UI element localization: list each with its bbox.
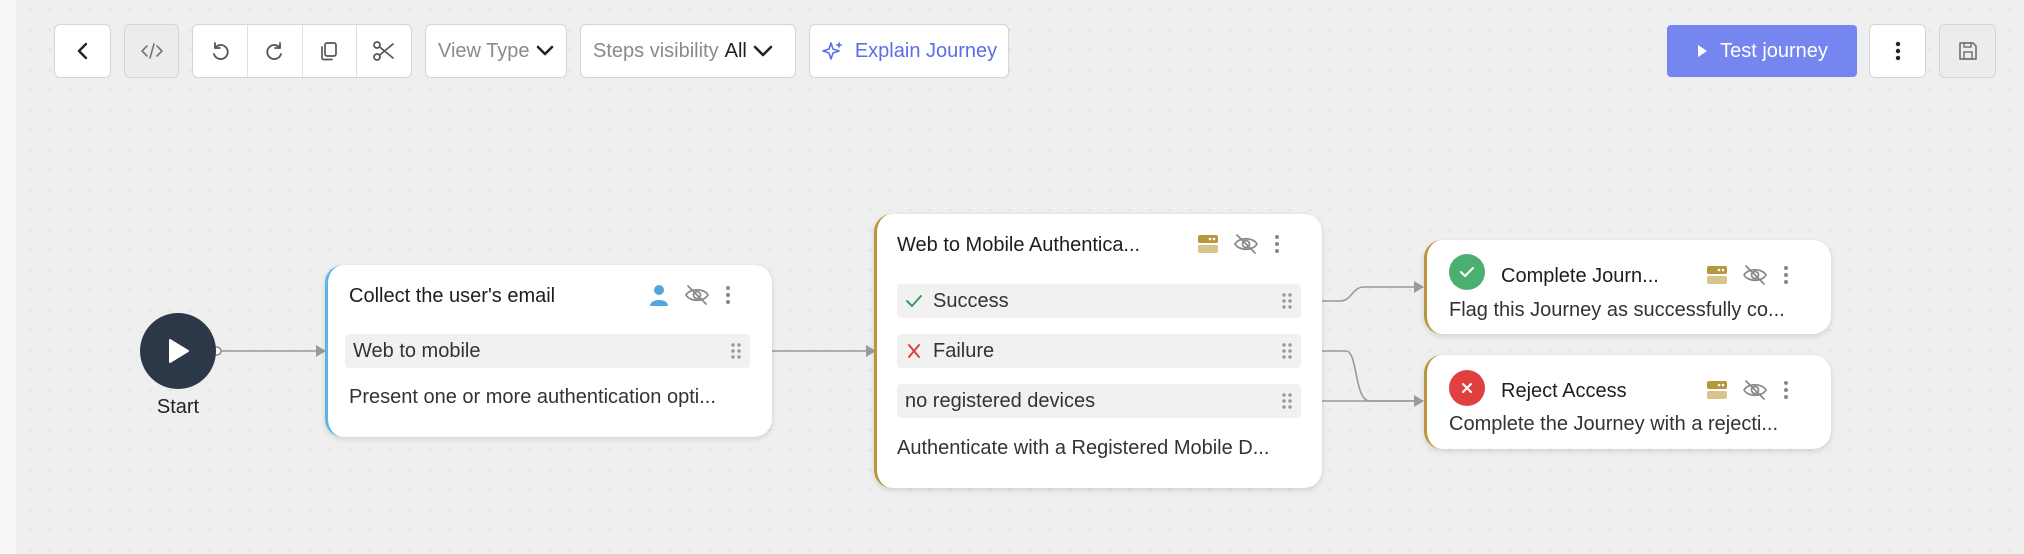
outcome-label: Failure	[933, 339, 995, 362]
node-complete-journey[interactable]: Complete Journ... Flag this Journey as s…	[1424, 240, 1831, 334]
success-status-icon	[1449, 254, 1485, 290]
node-description: Authenticate with a Registered Mobile D.…	[897, 437, 1270, 459]
node-icons	[648, 283, 732, 307]
redo-icon	[266, 42, 282, 60]
outcome-row-failure: Failure	[897, 334, 1301, 368]
outcome-label: no registered devices	[905, 389, 1096, 412]
explain-journey-button[interactable]: Explain Journey	[809, 24, 1009, 78]
node-reject-access[interactable]: Reject Access Complete the Journey with …	[1424, 355, 1831, 449]
scissors-icon	[373, 41, 394, 61]
node-icons	[1706, 378, 1790, 402]
play-icon	[1698, 45, 1708, 57]
drag-handle-icon[interactable]	[730, 342, 742, 360]
eye-off-icon[interactable]	[1742, 378, 1768, 402]
node-title: Complete Journ...	[1501, 265, 1659, 287]
node-menu-icon[interactable]	[1273, 233, 1281, 255]
view-type-dropdown[interactable]: View Type	[425, 24, 567, 78]
outcome-row-success: Success	[897, 284, 1301, 318]
x-icon	[1462, 383, 1472, 393]
explain-journey-label: Explain Journey	[854, 39, 998, 62]
node-web-to-mobile[interactable]: Web to Mobile Authentica... Success Fail…	[874, 214, 1322, 488]
eye-off-icon[interactable]	[684, 283, 710, 307]
start-label: Start	[156, 396, 200, 418]
node-collect-email[interactable]: Collect the user's email Web to mobile P…	[325, 265, 772, 437]
outcome-label: Success	[933, 289, 1009, 312]
node-icons	[1197, 232, 1281, 256]
chevron-left-icon	[77, 42, 87, 60]
node-description: Present one or more authentication opti.…	[349, 386, 716, 408]
undo-icon	[212, 42, 229, 60]
steps-visibility-dropdown[interactable]: Steps visibility All	[580, 24, 796, 78]
drag-handle-icon[interactable]	[1281, 342, 1293, 360]
node-description: Flag this Journey as successfully co...	[1449, 299, 1785, 321]
test-journey-button[interactable]: Test journey	[1667, 25, 1857, 77]
copy-button[interactable]	[303, 25, 358, 77]
redo-button[interactable]	[248, 25, 303, 77]
sparkles-icon	[822, 41, 843, 60]
eye-off-icon[interactable]	[1742, 263, 1768, 287]
view-type-label: View Type	[438, 39, 530, 62]
node-title: Web to Mobile Authentica...	[897, 234, 1141, 256]
outcome-row-no-registered-devices: no registered devices	[897, 384, 1301, 418]
outcome-label: Web to mobile	[353, 339, 481, 362]
chevron-down-icon	[536, 45, 553, 56]
outcome-row: Web to mobile	[345, 334, 750, 368]
save-button[interactable]	[1939, 24, 1996, 78]
node-menu-icon[interactable]	[724, 284, 732, 306]
node-title: Reject Access	[1501, 380, 1627, 402]
node-menu-icon[interactable]	[1782, 264, 1790, 286]
drag-handle-icon[interactable]	[1281, 292, 1293, 310]
edit-tools-group	[192, 24, 412, 78]
node-icons	[1706, 263, 1790, 287]
eye-off-icon[interactable]	[1233, 232, 1259, 256]
code-view-button[interactable]	[124, 24, 179, 78]
code-icon	[140, 43, 163, 59]
server-icon	[1198, 235, 1218, 253]
save-icon	[1958, 42, 1977, 60]
failure-status-icon	[1449, 370, 1485, 406]
node-menu-icon[interactable]	[1782, 379, 1790, 401]
start-node[interactable]	[140, 313, 216, 389]
x-icon	[908, 344, 920, 358]
back-button[interactable]	[54, 24, 111, 78]
check-icon	[906, 295, 922, 307]
steps-visibility-label: Steps visibility	[593, 39, 719, 62]
test-journey-label: Test journey	[1720, 39, 1828, 62]
drag-handle-icon[interactable]	[1281, 392, 1293, 410]
steps-visibility-value: All	[724, 39, 747, 62]
undo-button[interactable]	[193, 25, 248, 77]
chevron-down-icon	[753, 45, 773, 57]
kebab-menu-icon	[1895, 41, 1900, 61]
node-title: Collect the user's email	[349, 285, 556, 307]
copy-icon	[321, 42, 338, 61]
node-description: Complete the Journey with a rejecti...	[1449, 413, 1779, 435]
user-icon	[650, 285, 668, 306]
server-icon	[1707, 266, 1727, 284]
check-icon	[1460, 267, 1474, 277]
more-options-button[interactable]	[1869, 24, 1926, 78]
play-icon	[169, 339, 189, 363]
cut-button[interactable]	[357, 25, 411, 77]
server-icon	[1707, 381, 1727, 399]
